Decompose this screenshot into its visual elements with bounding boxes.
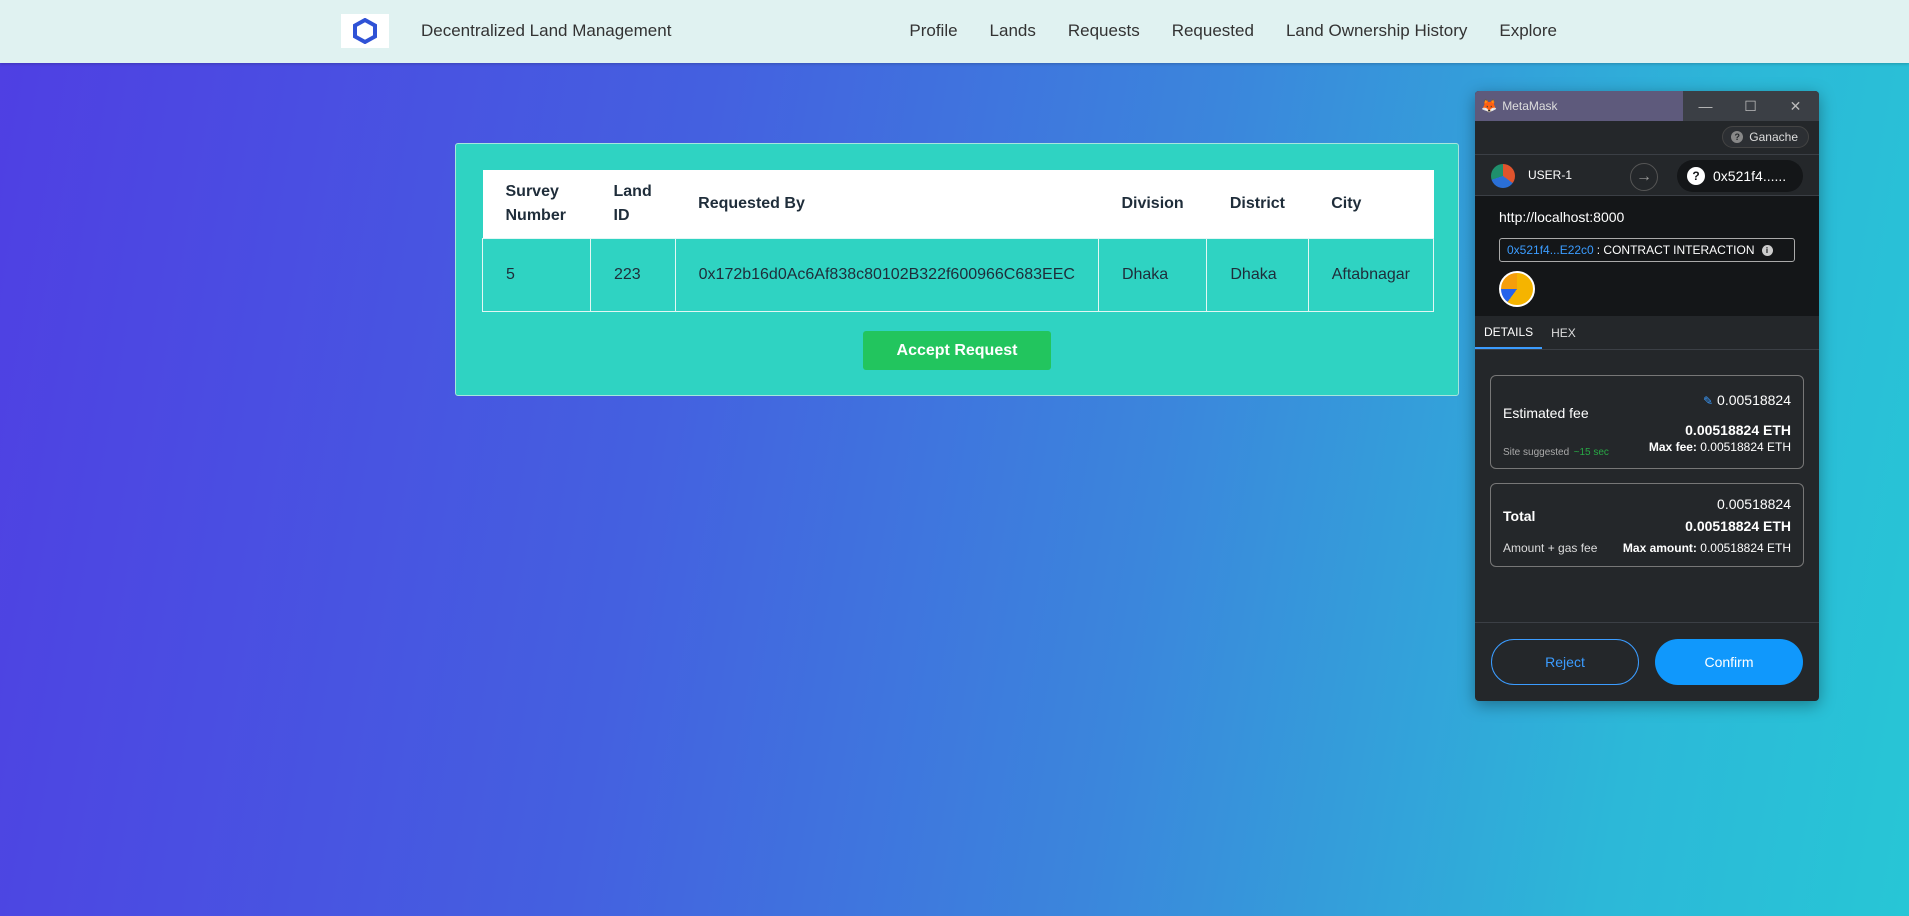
network-name: Ganache	[1749, 130, 1798, 144]
amount-gas-label: Amount + gas fee	[1503, 541, 1598, 555]
estimated-fee-value-row: ✎ 0.00518824	[1703, 392, 1791, 408]
nav-link-requests[interactable]: Requests	[1068, 21, 1140, 41]
max-fee-row: Max fee: 0.00518824 ETH	[1649, 440, 1791, 454]
total-box: Total 0.00518824 0.00518824 ETH Amount +…	[1490, 483, 1804, 567]
total-label: Total	[1503, 508, 1536, 524]
estimated-fee-eth: 0.00518824 ETH	[1685, 422, 1791, 438]
network-selector[interactable]: ? Ganache	[1722, 126, 1809, 148]
estimated-fee-box: Estimated fee ✎ 0.00518824 0.00518824 ETH…	[1490, 375, 1804, 469]
reject-button[interactable]: Reject	[1491, 639, 1639, 685]
metamask-footer: Reject Confirm	[1475, 622, 1819, 701]
network-row: ? Ganache	[1475, 121, 1819, 154]
recipient-address-pill[interactable]: ? 0x521f4......	[1677, 160, 1803, 192]
total-value: 0.00518824	[1717, 496, 1791, 512]
contract-interaction-label: : CONTRACT INTERACTION	[1596, 243, 1755, 257]
total-eth: 0.00518824 ETH	[1685, 518, 1791, 534]
max-amount-label: Max amount:	[1622, 541, 1697, 555]
network-help-icon: ?	[1731, 131, 1744, 143]
estimated-fee-label: Estimated fee	[1503, 405, 1589, 421]
site-identicon	[1499, 271, 1535, 307]
max-fee-label: Max fee:	[1648, 440, 1697, 454]
recipient-address: 0x521f4......	[1713, 168, 1787, 184]
header-land-id: Land ID	[613, 183, 652, 224]
top-navbar: Decentralized Land Management Profile La…	[0, 0, 1909, 63]
maximize-icon[interactable]: ☐	[1728, 91, 1773, 121]
site-url: http://localhost:8000	[1499, 209, 1625, 225]
hexagon-logo-icon	[353, 18, 377, 44]
account-name[interactable]: USER-1	[1528, 168, 1572, 182]
header-division: Division	[1121, 195, 1184, 212]
nav-link-profile[interactable]: Profile	[909, 21, 957, 41]
time-estimate: ~15 sec	[1573, 447, 1609, 458]
contract-interaction-badge: 0x521f4...E22c0 : CONTRACT INTERACTION i	[1499, 238, 1795, 262]
close-icon[interactable]: ✕	[1773, 91, 1818, 121]
arrow-right-icon: →	[1630, 163, 1658, 191]
nav-link-requested[interactable]: Requested	[1172, 21, 1254, 41]
site-suggested-label[interactable]: Site suggested	[1503, 447, 1569, 458]
nav-link-land-ownership-history[interactable]: Land Ownership History	[1286, 21, 1467, 41]
metamask-titlebar: 🦊 MetaMask — ☐ ✕	[1475, 91, 1819, 121]
recipient-help-icon: ?	[1687, 167, 1705, 185]
max-amount-value: 0.00518824 ETH	[1700, 541, 1791, 555]
max-amount-row: Max amount: 0.00518824 ETH	[1623, 541, 1791, 555]
accept-request-button[interactable]: Accept Request	[863, 331, 1051, 370]
brand-title[interactable]: Decentralized Land Management	[421, 21, 671, 41]
minimize-icon[interactable]: —	[1683, 91, 1728, 121]
fox-icon: 🦊	[1481, 98, 1498, 113]
info-icon[interactable]: i	[1761, 244, 1773, 256]
table-row: 5 223 0x172b16d0Ac6Af838c80102B322f60096…	[482, 238, 1435, 312]
nav-link-explore[interactable]: Explore	[1499, 21, 1557, 41]
confirm-button[interactable]: Confirm	[1655, 639, 1803, 685]
metamask-title: 🦊 MetaMask	[1475, 91, 1683, 121]
window-title: MetaMask	[1502, 99, 1558, 113]
app-logo[interactable]	[341, 14, 389, 48]
account-row: USER-1 → ? 0x521f4......	[1475, 154, 1819, 196]
header-city: City	[1331, 195, 1362, 212]
header-district: District	[1229, 195, 1285, 212]
account-avatar	[1491, 164, 1515, 188]
cell-division: Dhaka	[1097, 238, 1208, 312]
cell-survey-number: 5	[482, 238, 591, 312]
cell-requested-by: 0x172b16d0Ac6Af838c80102B322f600966C683E…	[674, 238, 1099, 312]
nav-link-lands[interactable]: Lands	[990, 21, 1036, 41]
cell-city: Aftabnagar	[1307, 238, 1435, 312]
metamask-window: 🦊 MetaMask — ☐ ✕ ? Ganache USER-1 → ? 0x…	[1475, 91, 1819, 701]
header-requested-by: Requested By	[698, 195, 805, 212]
tab-hex[interactable]: HEX	[1542, 316, 1585, 349]
request-card: Survey Number Land ID Requested By Divis…	[455, 143, 1459, 396]
cell-district: Dhaka	[1206, 238, 1309, 312]
table-header-row: Survey Number Land ID Requested By Divis…	[482, 170, 1434, 239]
site-suggested-row: Site suggested ~15 sec	[1503, 442, 1609, 460]
site-info: http://localhost:8000 0x521f4...E22c0 : …	[1475, 196, 1819, 316]
edit-pencil-icon[interactable]: ✎	[1703, 394, 1713, 408]
cell-land-id: 223	[590, 238, 676, 312]
nav-links: Profile Lands Requests Requested Land Ow…	[909, 21, 1557, 41]
metamask-tabs: DETAILS HEX	[1475, 316, 1819, 350]
max-fee-value: 0.00518824 ETH	[1700, 440, 1791, 454]
contract-address-link[interactable]: 0x521f4...E22c0	[1507, 243, 1594, 257]
tab-details[interactable]: DETAILS	[1475, 316, 1543, 349]
estimated-fee-value: 0.00518824	[1717, 392, 1791, 408]
request-table: Survey Number Land ID Requested By Divis…	[482, 170, 1435, 312]
header-survey-number: Survey Number	[505, 183, 566, 224]
